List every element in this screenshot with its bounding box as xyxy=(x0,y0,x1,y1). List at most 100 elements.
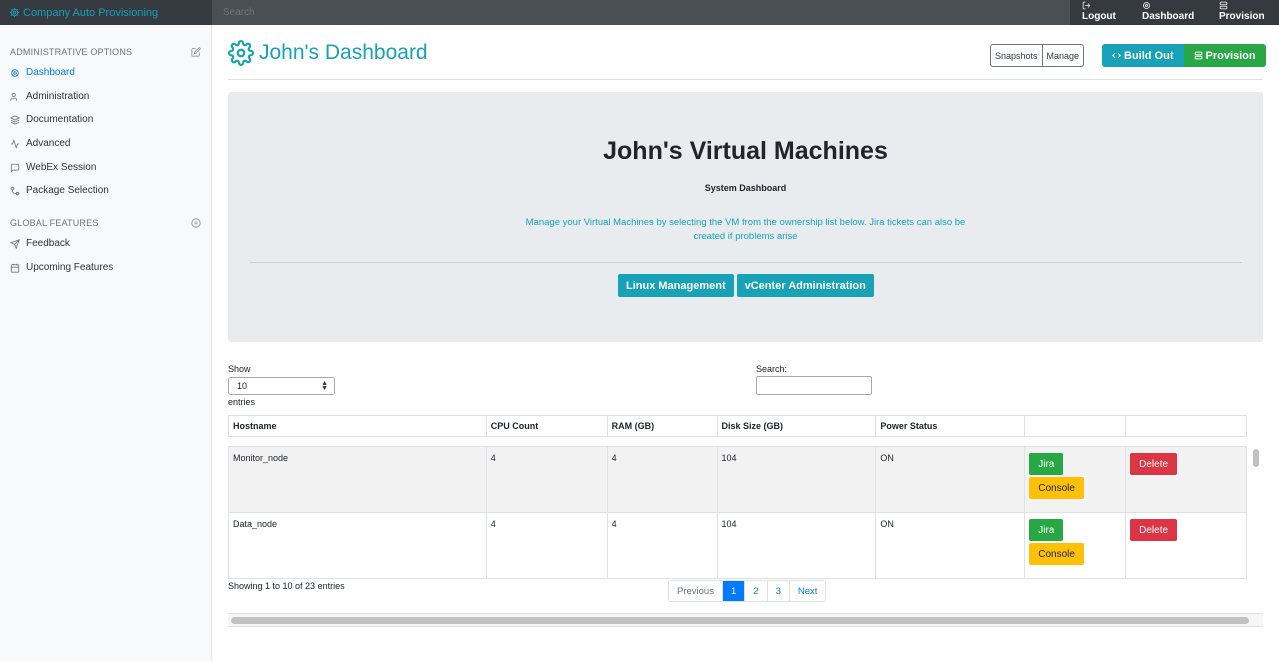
show-label: Show xyxy=(228,364,251,374)
logout-link[interactable]: Logout xyxy=(1082,0,1116,22)
build-out-button[interactable]: Build Out xyxy=(1102,44,1184,67)
cell-hostname: Monitor_node xyxy=(229,447,487,513)
server-icon xyxy=(1219,1,1228,10)
sidebar-item-feedback[interactable]: Feedback xyxy=(10,238,70,249)
sidebar-item-label: Administration xyxy=(26,91,90,102)
brand-title: Company Auto Provisioning xyxy=(23,6,159,19)
console-button[interactable]: Console xyxy=(1029,477,1084,499)
users-icon xyxy=(10,92,18,101)
column-header-actions xyxy=(1025,416,1127,436)
column-header-hostname[interactable]: Hostname xyxy=(229,416,487,436)
pagination-next[interactable]: Next xyxy=(789,581,826,601)
code-icon xyxy=(1112,52,1121,59)
edit-icon[interactable] xyxy=(191,47,201,57)
column-header-cpu[interactable]: CPU Count xyxy=(487,416,608,436)
jumbotron-title: John's Virtual Machines xyxy=(603,137,888,165)
provision-link[interactable]: Provision xyxy=(1219,0,1265,22)
cell-delete: Delete xyxy=(1126,447,1246,513)
cell-ram: 4 xyxy=(608,513,718,578)
cell-ram: 4 xyxy=(608,447,718,513)
pagination-page[interactable]: 1 xyxy=(722,581,746,601)
jumbotron-lead: Manage your Virtual Machines by selectin… xyxy=(525,217,966,242)
sidebar-item-upcoming-features[interactable]: Upcoming Features xyxy=(10,262,113,273)
build-out-label: Build Out xyxy=(1124,49,1174,62)
table-row: Data_node 4 4 104 ON Jira Console Delete xyxy=(229,513,1246,578)
jira-button[interactable]: Jira xyxy=(1029,453,1064,475)
logout-icon xyxy=(1082,1,1091,10)
vcenter-administration-button[interactable]: vCenter Administration xyxy=(736,274,874,297)
message-icon xyxy=(10,163,20,173)
dashboard-label: Dashboard xyxy=(1142,11,1195,22)
sidebar: ADMINISTRATIVE OPTIONS Dashboard Adminis… xyxy=(0,25,212,661)
table-vertical-scrollbar[interactable] xyxy=(1252,448,1260,578)
jumbotron-buttons: Linux Management vCenter Administration xyxy=(618,274,874,297)
calendar-icon xyxy=(10,263,20,273)
provision-label: Provision xyxy=(1219,11,1265,22)
top-search-input[interactable] xyxy=(212,0,1070,25)
table-info: Showing 1 to 10 of 23 entries xyxy=(228,581,345,591)
git-icon xyxy=(10,186,20,195)
search-label: Search: xyxy=(756,364,788,374)
entries-length-select[interactable]: 10 ▲ ▼ xyxy=(228,377,335,395)
column-header-power[interactable]: Power Status xyxy=(876,416,1026,436)
pagination-previous[interactable]: Previous xyxy=(669,581,723,601)
jira-button[interactable]: Jira xyxy=(1029,519,1064,541)
dashboard-link[interactable]: Dashboard xyxy=(1142,0,1194,22)
cell-disk: 104 xyxy=(718,447,877,513)
linux-management-button[interactable]: Linux Management xyxy=(618,274,734,297)
sidebar-item-advanced[interactable]: Advanced xyxy=(10,138,70,149)
cell-hostname: Data_node xyxy=(229,513,487,578)
table-search-input[interactable] xyxy=(756,376,872,395)
action-button-group: Build Out Provision xyxy=(1102,44,1266,67)
plus-circle-icon[interactable] xyxy=(191,218,201,228)
sidebar-item-label: Dashboard xyxy=(26,67,75,78)
main-content: John's Dashboard Snapshots Manage Build … xyxy=(212,25,1279,661)
table-body: Monitor_node 4 4 104 ON Jira Console Del… xyxy=(228,446,1247,579)
snapshots-button[interactable]: Snapshots xyxy=(990,44,1043,67)
sidebar-item-label: WebEx Session xyxy=(26,162,97,173)
table-header: Hostname CPU Count RAM (GB) Disk Size (G… xyxy=(228,415,1247,437)
console-button[interactable]: Console xyxy=(1029,543,1084,565)
jumbotron: John's Virtual Machines System Dashboard… xyxy=(228,92,1263,342)
cell-delete: Delete xyxy=(1126,513,1246,578)
column-header-ram[interactable]: RAM (GB) xyxy=(608,416,718,436)
column-header-delete xyxy=(1126,416,1246,436)
sidebar-item-label: Documentation xyxy=(26,114,94,125)
jumbotron-subtitle: System Dashboard xyxy=(704,183,787,193)
delete-button[interactable]: Delete xyxy=(1130,453,1178,475)
entries-label: entries xyxy=(228,397,256,407)
global-features-heading: GLOBAL FEATURES xyxy=(10,218,99,228)
cell-actions: Jira Console xyxy=(1025,447,1127,513)
manage-button[interactable]: Manage xyxy=(1042,44,1085,67)
cell-cpu: 4 xyxy=(487,513,608,578)
delete-button[interactable]: Delete xyxy=(1130,519,1178,541)
page-title: John's Dashboard xyxy=(228,40,428,66)
sidebar-item-documentation[interactable]: Documentation xyxy=(10,114,93,125)
pagination-page[interactable]: 3 xyxy=(767,581,790,601)
scrollbar-thumb[interactable] xyxy=(231,617,1249,624)
horizontal-scrollbar[interactable] xyxy=(228,613,1263,627)
entries-length-value: 10 xyxy=(237,381,248,391)
gear-icon xyxy=(228,40,254,66)
sidebar-item-package-selection[interactable]: Package Selection xyxy=(10,185,109,196)
page-title-text: John's Dashboard xyxy=(259,41,428,64)
brand[interactable]: Company Auto Provisioning xyxy=(0,0,212,25)
cell-actions: Jira Console xyxy=(1025,513,1127,578)
sidebar-item-webex[interactable]: WebEx Session xyxy=(10,162,96,173)
cell-power: ON xyxy=(876,513,1026,578)
cell-power: ON xyxy=(876,447,1026,513)
sidebar-item-dashboard[interactable]: Dashboard xyxy=(10,67,75,78)
chevron-updown-icon: ▲ ▼ xyxy=(321,380,328,392)
admin-options-heading: ADMINISTRATIVE OPTIONS xyxy=(10,47,133,57)
provision-button[interactable]: Provision xyxy=(1183,44,1266,67)
sidebar-item-label: Feedback xyxy=(26,238,70,249)
sidebar-item-label: Advanced xyxy=(26,138,71,149)
column-header-disk[interactable]: Disk Size (GB) xyxy=(718,416,877,436)
sidebar-item-administration[interactable]: Administration xyxy=(10,91,89,102)
scrollbar-thumb[interactable] xyxy=(1253,449,1259,467)
server-icon xyxy=(1194,51,1202,60)
pagination-page[interactable]: 2 xyxy=(745,581,768,601)
divider xyxy=(250,262,1242,263)
sidebar-item-label: Package Selection xyxy=(26,185,109,196)
pagination: Previous 1 2 3 Next xyxy=(668,580,827,602)
